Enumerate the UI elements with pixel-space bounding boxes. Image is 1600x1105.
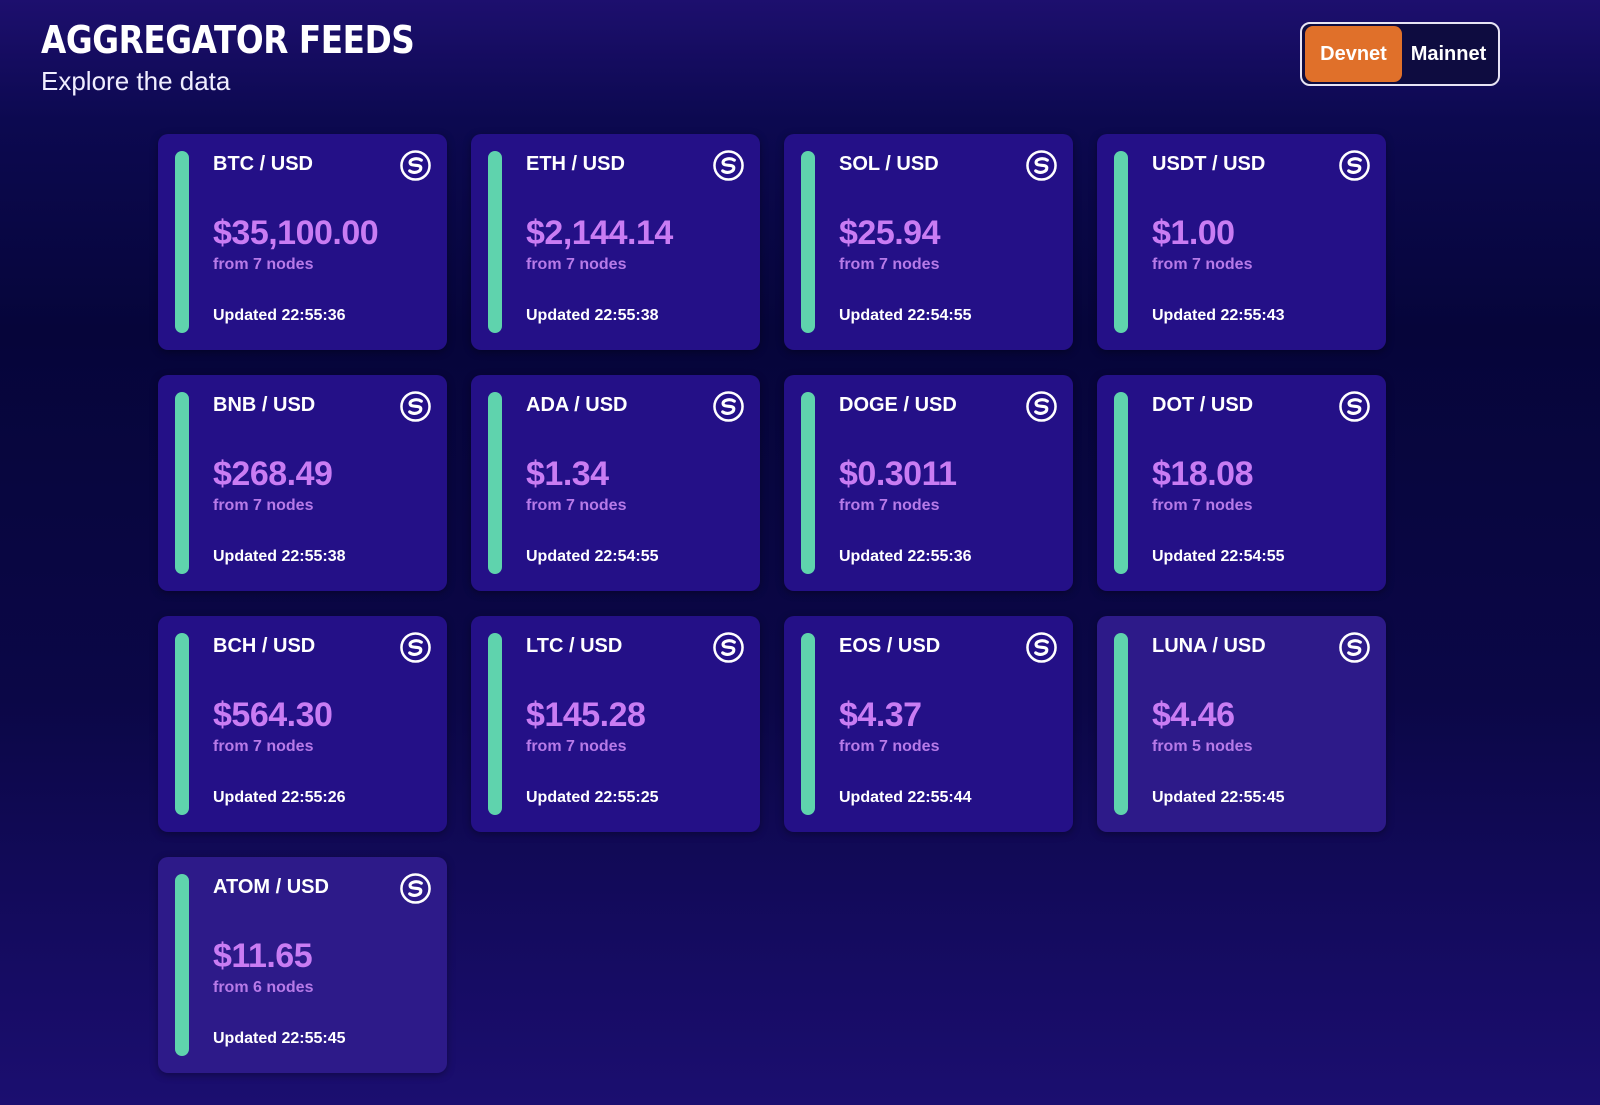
feed-updated-time: Updated 22:55:43 [1152, 307, 1285, 324]
feed-price: $18.08 [1152, 455, 1254, 493]
feed-price: $11.65 [213, 937, 313, 975]
feed-pair: ATOM / USD [213, 876, 329, 898]
feed-node-count: from 7 nodes [213, 738, 314, 755]
feed-card[interactable]: LUNA / USD $4.46 from 5 nodes Updated 22… [1097, 616, 1386, 832]
feed-card[interactable]: ETH / USD $2,144.14 from 7 nodes Updated… [471, 134, 760, 350]
feed-updated-time: Updated 22:55:45 [213, 1030, 346, 1047]
feed-price: $564.30 [213, 696, 333, 734]
feed-card[interactable]: BCH / USD $564.30 from 7 nodes Updated 2… [158, 616, 447, 832]
feed-node-count: from 7 nodes [839, 497, 940, 514]
feed-node-count: from 7 nodes [526, 738, 627, 755]
feed-updated-time: Updated 22:55:38 [213, 548, 346, 565]
status-bar [1114, 392, 1128, 574]
feed-price: $268.49 [213, 455, 333, 493]
switchboard-logo-icon [713, 632, 744, 663]
feed-price: $4.46 [1152, 696, 1235, 734]
feed-updated-time: Updated 22:55:44 [839, 789, 972, 806]
feed-pair: USDT / USD [1152, 153, 1266, 175]
status-bar [175, 392, 189, 574]
feed-card[interactable]: DOT / USD $18.08 from 7 nodes Updated 22… [1097, 375, 1386, 591]
feed-updated-time: Updated 22:54:55 [526, 548, 659, 565]
feed-price: $1.00 [1152, 214, 1235, 252]
switchboard-logo-icon [1339, 632, 1370, 663]
feed-pair: LUNA / USD [1152, 635, 1266, 657]
feed-grid: BTC / USD $35,100.00 from 7 nodes Update… [158, 134, 1386, 1073]
feed-node-count: from 6 nodes [213, 979, 314, 996]
page-header: AGGREGATOR FEEDS Explore the data [41, 16, 475, 98]
switchboard-logo-icon [400, 873, 431, 904]
feed-pair: BTC / USD [213, 153, 313, 175]
feed-updated-time: Updated 22:55:38 [526, 307, 659, 324]
feed-card[interactable]: SOL / USD $25.94 from 7 nodes Updated 22… [784, 134, 1073, 350]
feed-node-count: from 7 nodes [213, 497, 314, 514]
status-bar [1114, 633, 1128, 815]
status-bar [488, 392, 502, 574]
switchboard-logo-icon [400, 632, 431, 663]
feed-pair: BCH / USD [213, 635, 316, 657]
feed-card[interactable]: BNB / USD $268.49 from 7 nodes Updated 2… [158, 375, 447, 591]
feed-updated-time: Updated 22:55:26 [213, 789, 346, 806]
feed-updated-time: Updated 22:54:55 [839, 307, 972, 324]
feed-node-count: from 7 nodes [1152, 497, 1253, 514]
feed-node-count: from 5 nodes [1152, 738, 1253, 755]
feed-updated-time: Updated 22:55:36 [213, 307, 346, 324]
feed-node-count: from 7 nodes [213, 256, 314, 273]
page-title: AGGREGATOR FEEDS [41, 18, 415, 62]
feed-price: $25.94 [839, 214, 941, 252]
switchboard-logo-icon [400, 150, 431, 181]
page-subtitle: Explore the data [41, 66, 231, 96]
feed-pair: LTC / USD [526, 635, 623, 657]
status-bar [175, 151, 189, 333]
feed-price: $1.34 [526, 455, 609, 493]
feed-updated-time: Updated 22:55:45 [1152, 789, 1285, 806]
status-bar [175, 874, 189, 1056]
switchboard-logo-icon [1026, 632, 1057, 663]
network-toggle: Devnet Mainnet [1300, 22, 1500, 86]
feed-pair: EOS / USD [839, 635, 941, 657]
status-bar [801, 151, 815, 333]
feed-price: $2,144.14 [526, 214, 673, 252]
switchboard-logo-icon [1339, 150, 1370, 181]
feed-card[interactable]: ADA / USD $1.34 from 7 nodes Updated 22:… [471, 375, 760, 591]
feed-node-count: from 7 nodes [526, 256, 627, 273]
feed-card[interactable]: LTC / USD $145.28 from 7 nodes Updated 2… [471, 616, 760, 832]
feed-card[interactable]: EOS / USD $4.37 from 7 nodes Updated 22:… [784, 616, 1073, 832]
feed-price: $145.28 [526, 696, 646, 734]
feed-node-count: from 7 nodes [526, 497, 627, 514]
feed-updated-time: Updated 22:55:36 [839, 548, 972, 565]
switchboard-logo-icon [400, 391, 431, 422]
feed-price: $4.37 [839, 696, 922, 734]
devnet-button[interactable]: Devnet [1305, 26, 1402, 82]
feed-updated-time: Updated 22:54:55 [1152, 548, 1285, 565]
feed-node-count: from 7 nodes [1152, 256, 1253, 273]
status-bar [488, 633, 502, 815]
feed-pair: DOGE / USD [839, 394, 957, 416]
switchboard-logo-icon [713, 391, 744, 422]
switchboard-logo-icon [1339, 391, 1370, 422]
feed-pair: SOL / USD [839, 153, 939, 175]
switchboard-logo-icon [1026, 150, 1057, 181]
switchboard-logo-icon [713, 150, 744, 181]
feed-updated-time: Updated 22:55:25 [526, 789, 659, 806]
mainnet-button[interactable]: Mainnet [1402, 26, 1495, 82]
feed-price: $35,100.00 [213, 214, 379, 252]
status-bar [801, 633, 815, 815]
feed-card[interactable]: BTC / USD $35,100.00 from 7 nodes Update… [158, 134, 447, 350]
feed-card[interactable]: USDT / USD $1.00 from 7 nodes Updated 22… [1097, 134, 1386, 350]
feed-node-count: from 7 nodes [839, 256, 940, 273]
feed-node-count: from 7 nodes [839, 738, 940, 755]
feed-pair: ADA / USD [526, 394, 628, 416]
status-bar [488, 151, 502, 333]
switchboard-logo-icon [1026, 391, 1057, 422]
feed-pair: BNB / USD [213, 394, 316, 416]
status-bar [1114, 151, 1128, 333]
feed-price: $0.3011 [839, 455, 957, 493]
feed-card[interactable]: DOGE / USD $0.3011 from 7 nodes Updated … [784, 375, 1073, 591]
feed-pair: DOT / USD [1152, 394, 1254, 416]
status-bar [801, 392, 815, 574]
status-bar [175, 633, 189, 815]
feed-pair: ETH / USD [526, 153, 625, 175]
feed-card[interactable]: ATOM / USD $11.65 from 6 nodes Updated 2… [158, 857, 447, 1073]
